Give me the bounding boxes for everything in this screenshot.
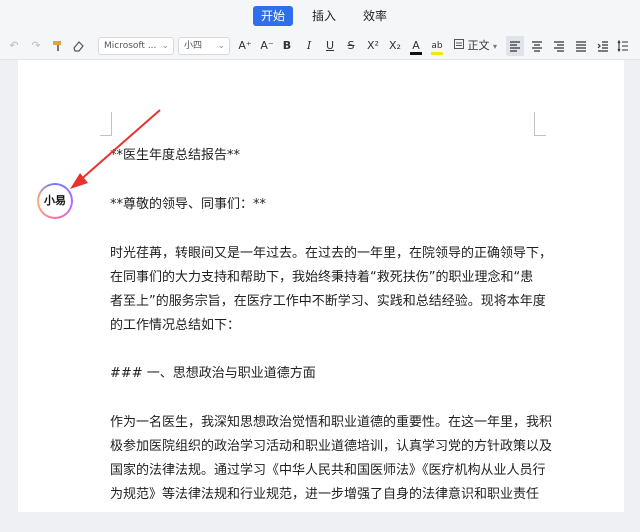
chevron-down-icon: ⌄	[217, 41, 225, 51]
greeting-line: **尊敬的领导、同事们：**	[110, 197, 267, 212]
paragraph-line: 极参加医院组织的政治学习活动和职业道德培训，认真学习党的方针政策以及	[110, 439, 553, 454]
tab-efficiency[interactable]: 效率	[357, 6, 393, 26]
highlight-color-swatch	[431, 52, 443, 55]
font-color-button[interactable]: A	[408, 36, 424, 56]
align-left-icon[interactable]	[506, 36, 524, 56]
chevron-down-icon: ⌄	[161, 41, 169, 51]
shrink-font-button[interactable]: A⁻	[258, 36, 276, 56]
assistant-avatar-label: 小易	[39, 185, 71, 217]
highlight-button[interactable]: ab	[429, 36, 445, 56]
chevron-down-icon: ▾	[493, 42, 498, 51]
eraser-icon[interactable]	[70, 36, 86, 56]
tab-insert[interactable]: 插入	[306, 6, 342, 26]
status-bar	[0, 512, 640, 532]
section-heading: ### 一、思想政治与职业道德方面	[110, 366, 316, 381]
align-right-icon[interactable]	[550, 36, 568, 56]
redo-icon[interactable]: ↷	[28, 36, 44, 56]
line-spacing-icon[interactable]	[614, 36, 632, 56]
paragraph-line: 国家的法律法规。通过学习《中华人民共和国医师法》《医疗机构从业人员行	[110, 463, 546, 478]
format-painter-icon[interactable]	[50, 36, 66, 56]
crop-mark-top-right	[534, 112, 546, 136]
document-title: **医生年度总结报告**	[110, 148, 241, 163]
crop-mark-top-left	[100, 112, 112, 136]
bold-button[interactable]: B	[280, 36, 294, 56]
font-name-select[interactable]: Microsoft ... ⌄	[98, 37, 174, 55]
strikethrough-button[interactable]: S	[344, 36, 358, 56]
paragraph-style-label: 正文	[467, 39, 490, 52]
menu-bar: 开始 插入 效率	[0, 0, 640, 32]
paragraph-line: 者至上”的服务宗旨，在医疗工作中不断学习、实践和总结经验。现将本年度	[110, 294, 546, 309]
font-size-value: 小四	[184, 41, 203, 51]
font-size-select[interactable]: 小四 ⌄	[178, 37, 230, 55]
paragraph-line: 在同事们的大力支持和帮助下，我始终秉持着“救死扶伤”的职业理念和“患	[110, 270, 534, 285]
grow-font-button[interactable]: A⁺	[236, 36, 254, 56]
highlight-glyph: ab	[431, 41, 443, 51]
paragraph-style-select[interactable]: 正文 ▾	[454, 36, 500, 56]
justify-icon[interactable]	[572, 36, 590, 56]
font-color-glyph: A	[412, 39, 420, 52]
superscript-button[interactable]: X²	[364, 36, 382, 56]
assistant-avatar[interactable]: 小易	[37, 183, 73, 219]
subscript-button[interactable]: X₂	[386, 36, 404, 56]
font-color-swatch	[410, 52, 422, 55]
paragraph-style-icon	[454, 39, 464, 49]
align-center-icon[interactable]	[528, 36, 546, 56]
undo-icon[interactable]: ↶	[6, 36, 22, 56]
tab-start[interactable]: 开始	[253, 6, 293, 26]
paragraph-line: 为规范》等法律法规和行业规范，进一步增强了自身的法律意识和职业责任	[110, 487, 540, 502]
indent-icon[interactable]	[594, 36, 612, 56]
underline-button[interactable]: U	[323, 36, 337, 56]
italic-button[interactable]: I	[302, 36, 316, 56]
paragraph-line: 的工作情况总结如下：	[110, 318, 241, 333]
paragraph-line: 时光荏苒，转眼间又是一年过去。在过去的一年里，在院领导的正确领导下，	[110, 246, 553, 261]
formatting-toolbar: ↶ ↷ Microsoft ... ⌄ 小四 ⌄ A⁺ A⁻ B I U S X…	[0, 32, 640, 60]
font-name-value: Microsoft ...	[104, 41, 157, 51]
paragraph-line: 作为一名医生，我深知思想政治觉悟和职业道德的重要性。在这一年里，我积	[110, 415, 553, 430]
